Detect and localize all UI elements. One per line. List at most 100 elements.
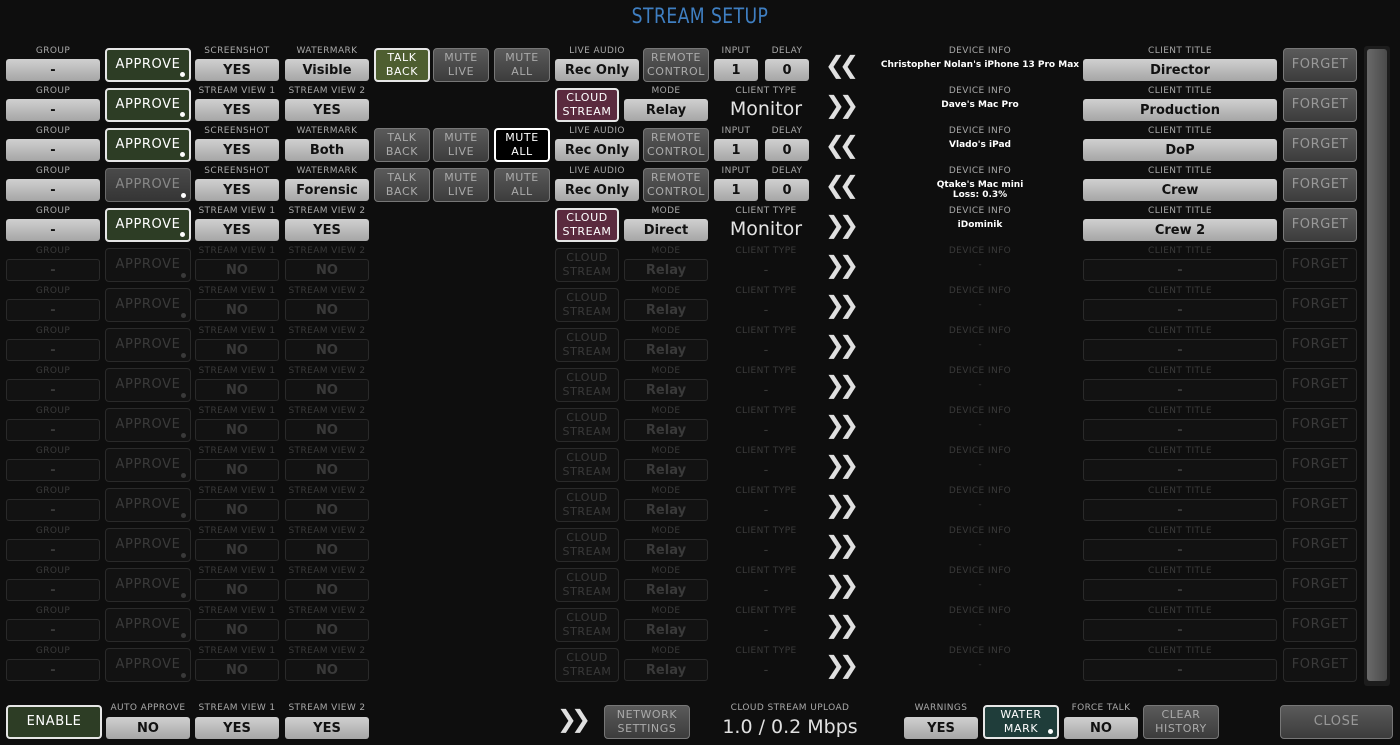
cloud-stream-button[interactable]: CLOUD STREAM — [555, 448, 619, 482]
delay-field[interactable]: 0 — [765, 59, 809, 81]
cloud-stream-button[interactable]: CLOUD STREAM — [555, 648, 619, 682]
forget-button[interactable]: FORGET — [1283, 208, 1357, 242]
stream-view-1-field[interactable]: NO — [195, 459, 279, 481]
group-field[interactable]: - — [6, 659, 100, 681]
cloud-stream-button[interactable]: CLOUD STREAM — [555, 328, 619, 362]
mute-all-button[interactable]: MUTE ALL — [494, 48, 550, 82]
stream-view-2-field[interactable]: NO — [285, 459, 369, 481]
forget-button[interactable]: FORGET — [1283, 88, 1357, 122]
talk-back-button[interactable]: TALK BACK — [374, 128, 430, 162]
client-title-field[interactable]: - — [1083, 299, 1277, 321]
close-button[interactable]: CLOSE — [1280, 705, 1393, 739]
mode-field[interactable]: Relay — [624, 659, 708, 681]
stream-view-2-field[interactable]: NO — [285, 539, 369, 561]
approve-button[interactable]: APPROVE — [105, 288, 191, 322]
forget-button[interactable]: FORGET — [1283, 328, 1357, 362]
live-audio-field[interactable]: Rec Only — [555, 139, 639, 161]
client-title-field[interactable]: Production — [1083, 99, 1277, 121]
client-title-field[interactable]: - — [1083, 659, 1277, 681]
client-title-field[interactable]: - — [1083, 579, 1277, 601]
forget-button[interactable]: FORGET — [1283, 448, 1357, 482]
client-title-field[interactable]: - — [1083, 539, 1277, 561]
approve-button[interactable]: APPROVE — [105, 328, 191, 362]
mode-field[interactable]: Relay — [624, 579, 708, 601]
watermark-field[interactable]: Forensic — [285, 179, 369, 201]
forget-button[interactable]: FORGET — [1283, 288, 1357, 322]
forget-button[interactable]: FORGET — [1283, 248, 1357, 282]
forget-button[interactable]: FORGET — [1283, 648, 1357, 682]
input-field[interactable]: 1 — [714, 179, 758, 201]
watermark-field[interactable]: Both — [285, 139, 369, 161]
stream-view-1-field[interactable]: NO — [195, 259, 279, 281]
approve-button[interactable]: APPROVE — [105, 488, 191, 522]
client-title-field[interactable]: - — [1083, 259, 1277, 281]
approve-button[interactable]: APPROVE — [105, 128, 191, 162]
approve-button[interactable]: APPROVE — [105, 648, 191, 682]
forget-button[interactable]: FORGET — [1283, 608, 1357, 642]
stream-view-2-field[interactable]: NO — [285, 339, 369, 361]
mode-field[interactable]: Relay — [624, 379, 708, 401]
mode-field[interactable]: Relay — [624, 419, 708, 441]
mode-field[interactable]: Direct — [624, 219, 708, 241]
warnings-field[interactable]: YES — [904, 717, 978, 739]
forget-button[interactable]: FORGET — [1283, 528, 1357, 562]
forget-button[interactable]: FORGET — [1283, 408, 1357, 442]
scrollbar-thumb[interactable] — [1367, 49, 1387, 681]
group-field[interactable]: - — [6, 579, 100, 601]
approve-button[interactable]: APPROVE — [105, 608, 191, 642]
screenshot-field[interactable]: YES — [195, 179, 279, 201]
approve-button[interactable]: APPROVE — [105, 248, 191, 282]
forget-button[interactable]: FORGET — [1283, 368, 1357, 402]
stream-view-2-field[interactable]: NO — [285, 579, 369, 601]
approve-button[interactable]: APPROVE — [105, 448, 191, 482]
footer-stream-view-1-field[interactable]: YES — [195, 717, 279, 739]
mode-field[interactable]: Relay — [624, 499, 708, 521]
stream-view-1-field[interactable]: NO — [195, 299, 279, 321]
cloud-stream-button[interactable]: CLOUD STREAM — [555, 408, 619, 442]
stream-view-1-field[interactable]: NO — [195, 339, 279, 361]
watermark-button[interactable]: WATER MARK — [983, 705, 1059, 739]
approve-button[interactable]: APPROVE — [105, 208, 191, 242]
stream-view-1-field[interactable]: NO — [195, 499, 279, 521]
remote-control-button[interactable]: REMOTE CONTROL — [643, 48, 709, 82]
stream-view-2-field[interactable]: YES — [285, 219, 369, 241]
group-field[interactable]: - — [6, 299, 100, 321]
stream-view-2-field[interactable]: YES — [285, 99, 369, 121]
group-field[interactable]: - — [6, 219, 100, 241]
cloud-stream-button[interactable]: CLOUD STREAM — [555, 208, 619, 242]
mode-field[interactable]: Relay — [624, 299, 708, 321]
stream-view-1-field[interactable]: NO — [195, 539, 279, 561]
group-field[interactable]: - — [6, 259, 100, 281]
mode-field[interactable]: Relay — [624, 619, 708, 641]
cloud-stream-button[interactable]: CLOUD STREAM — [555, 488, 619, 522]
stream-view-1-field[interactable]: YES — [195, 99, 279, 121]
forget-button[interactable]: FORGET — [1283, 48, 1357, 82]
client-title-field[interactable]: - — [1083, 619, 1277, 641]
stream-view-2-field[interactable]: NO — [285, 259, 369, 281]
mode-field[interactable]: Relay — [624, 259, 708, 281]
mute-all-button[interactable]: MUTE ALL — [494, 128, 550, 162]
approve-button[interactable]: APPROVE — [105, 168, 191, 202]
auto-approve-field[interactable]: NO — [106, 717, 190, 739]
approve-button[interactable]: APPROVE — [105, 568, 191, 602]
client-title-field[interactable]: DoP — [1083, 139, 1277, 161]
footer-stream-view-2-field[interactable]: YES — [285, 717, 369, 739]
cloud-stream-button[interactable]: CLOUD STREAM — [555, 608, 619, 642]
group-field[interactable]: - — [6, 339, 100, 361]
stream-view-2-field[interactable]: NO — [285, 379, 369, 401]
stream-view-1-field[interactable]: NO — [195, 619, 279, 641]
group-field[interactable]: - — [6, 539, 100, 561]
stream-view-2-field[interactable]: NO — [285, 299, 369, 321]
stream-view-1-field[interactable]: NO — [195, 659, 279, 681]
group-field[interactable]: - — [6, 499, 100, 521]
mode-field[interactable]: Relay — [624, 459, 708, 481]
talk-back-button[interactable]: TALK BACK — [374, 168, 430, 202]
cloud-stream-button[interactable]: CLOUD STREAM — [555, 368, 619, 402]
client-title-field[interactable]: Crew 2 — [1083, 219, 1277, 241]
delay-field[interactable]: 0 — [765, 139, 809, 161]
remote-control-button[interactable]: REMOTE CONTROL — [643, 128, 709, 162]
scrollbar[interactable] — [1364, 46, 1390, 686]
approve-button[interactable]: APPROVE — [105, 408, 191, 442]
mode-field[interactable]: Relay — [624, 539, 708, 561]
approve-button[interactable]: APPROVE — [105, 88, 191, 122]
